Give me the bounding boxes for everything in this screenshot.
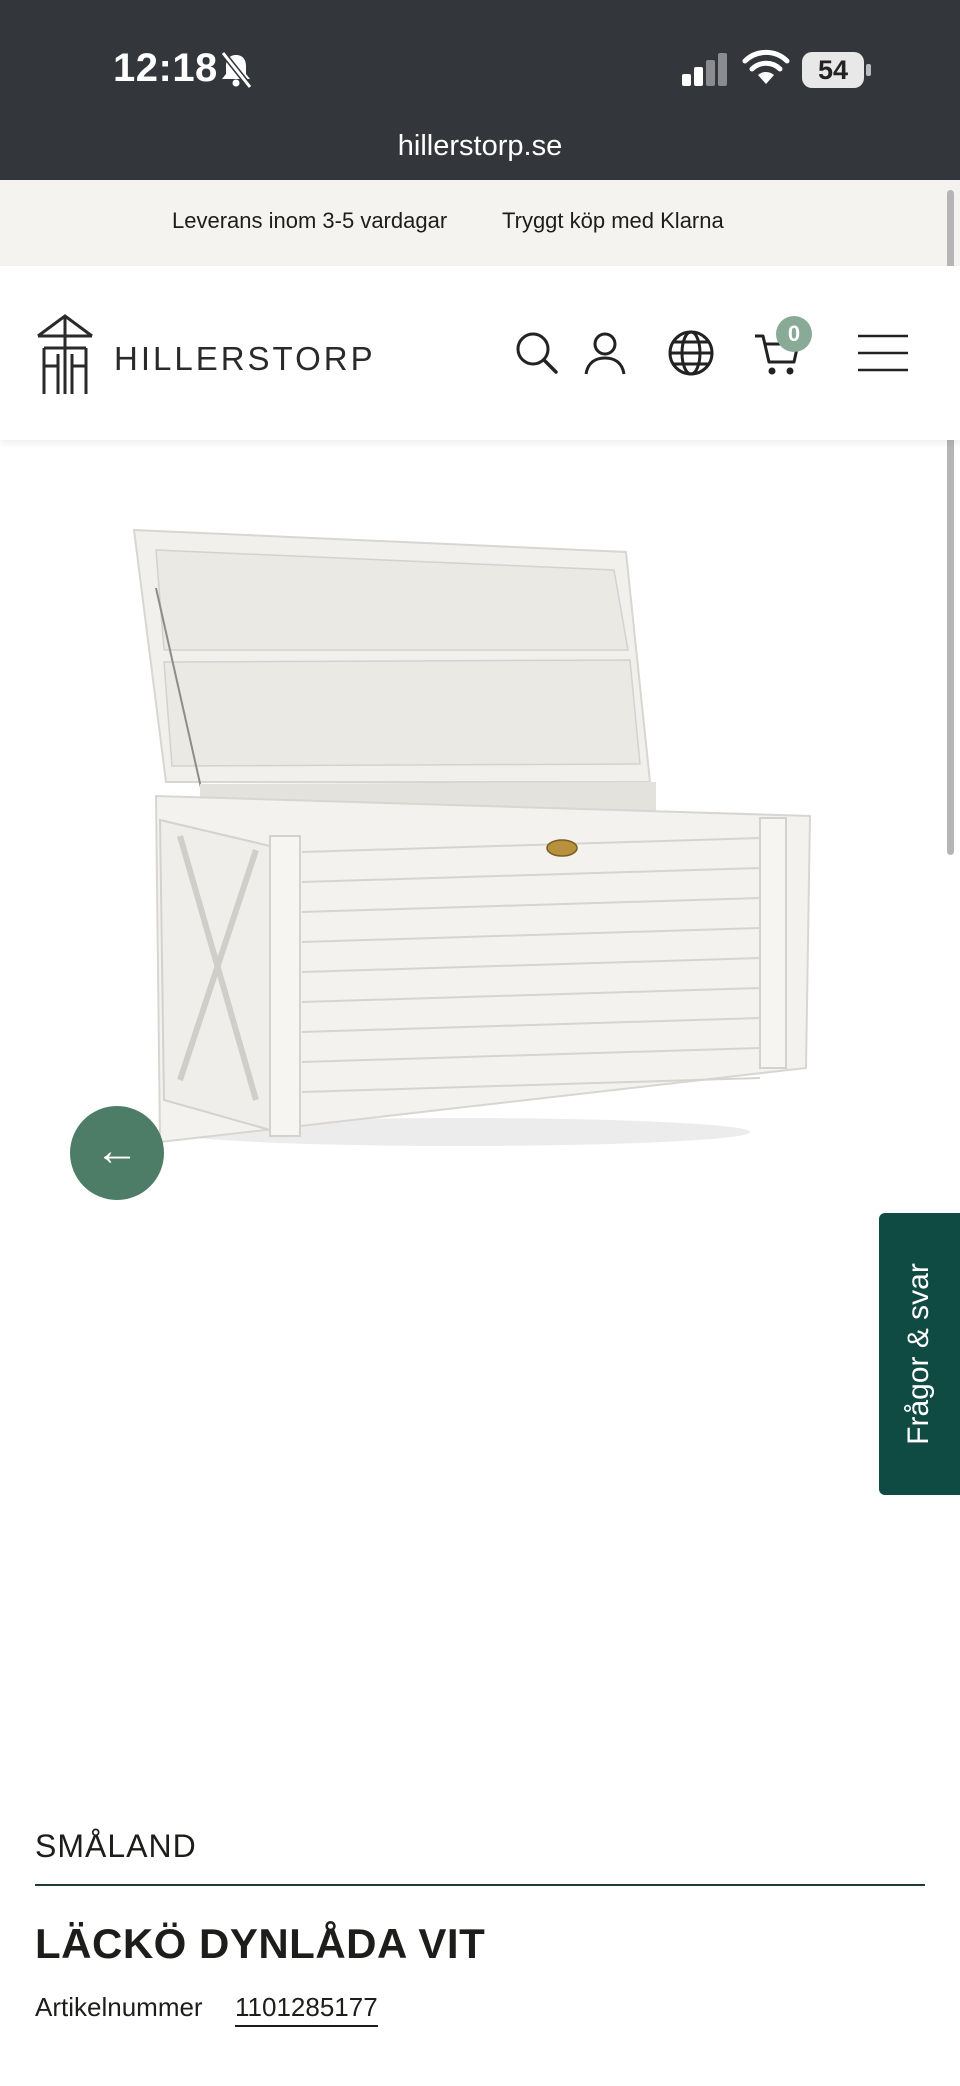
cart-count-badge[interactable]: 0	[776, 316, 812, 352]
product-image[interactable]	[120, 520, 820, 1150]
status-time: 12:18	[113, 46, 218, 90]
promo-klarna: Tryggt köp med Klarna	[502, 208, 724, 233]
globe-icon[interactable]	[666, 328, 716, 378]
cellular-signal-icon	[682, 53, 727, 86]
promo-delivery: Leverans inom 3-5 vardagar	[172, 208, 448, 233]
sku-label: Artikelnummer	[35, 1992, 203, 2022]
promo-strip: Leverans inom 3-5 vardagar Tryggt köp me…	[0, 180, 960, 266]
battery-tip	[866, 64, 871, 76]
bell-muted-icon	[220, 51, 253, 89]
logo-wordmark[interactable]: HILLERSTORP	[114, 340, 376, 378]
search-icon[interactable]	[512, 328, 562, 378]
product-brand[interactable]: SMÅLAND	[35, 1828, 197, 1865]
sku-value[interactable]: 1101285177	[235, 1992, 378, 2027]
gallery-prev-button[interactable]: ←	[70, 1106, 164, 1200]
battery-level: 54	[802, 52, 864, 88]
logo-mark-icon[interactable]	[34, 310, 96, 396]
account-icon[interactable]	[580, 328, 630, 378]
faq-tab[interactable]: Frågor & svar	[879, 1213, 960, 1495]
site-header: HILLERSTORP 0	[0, 266, 960, 440]
menu-icon[interactable]	[856, 328, 910, 378]
product-title: LÄCKÖ DYNLÅDA VIT	[35, 1920, 486, 1967]
faq-tab-label: Frågor & svar	[902, 1263, 935, 1445]
status-bar: 12:18 54 hillerstorp.se	[0, 0, 960, 180]
battery-indicator: 54	[802, 52, 872, 88]
wifi-icon	[742, 49, 790, 84]
product-divider	[35, 1884, 925, 1886]
address-bar-url[interactable]: hillerstorp.se	[0, 130, 960, 163]
